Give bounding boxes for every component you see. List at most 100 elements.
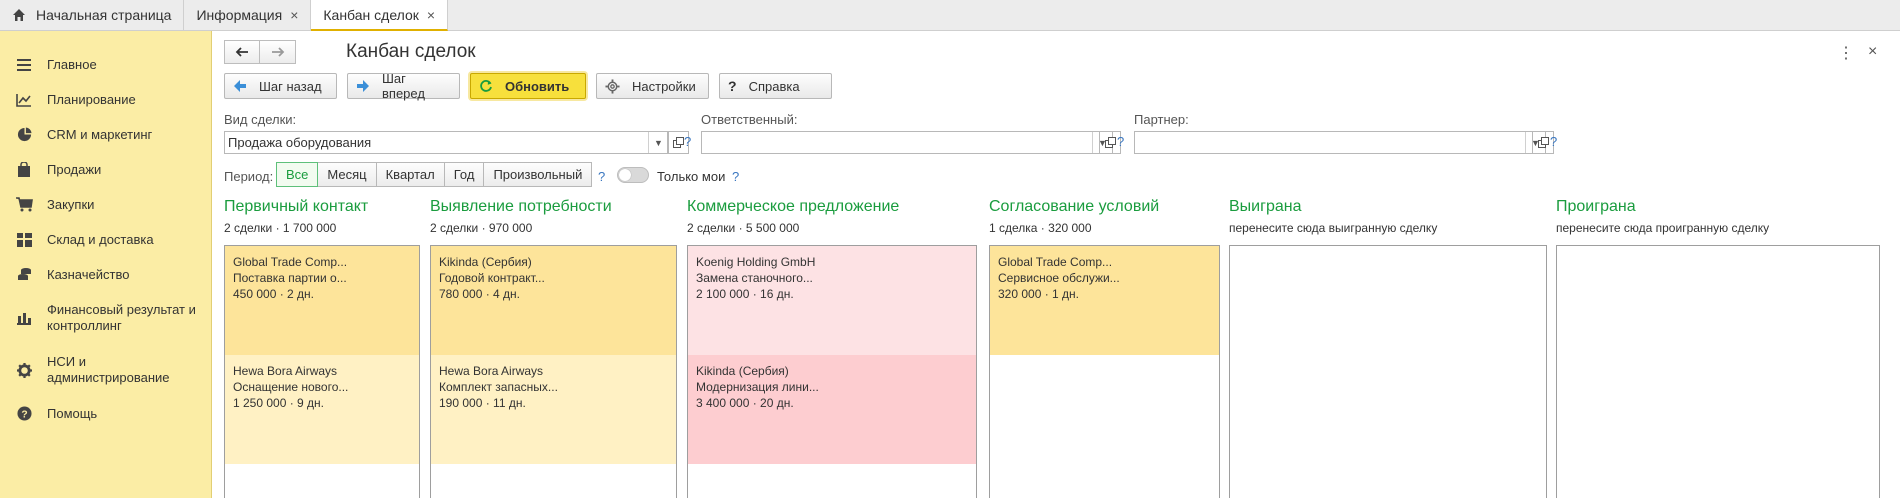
nav-forward-button[interactable]: [260, 40, 296, 64]
sidebar-item-warehouse[interactable]: Склад и доставка: [0, 222, 211, 257]
period-label: Период:: [224, 169, 274, 184]
tab-kanban[interactable]: Канбан сделок ×: [311, 0, 449, 31]
column-drop-area[interactable]: [1229, 245, 1547, 498]
column-summary: 2 сделки · 970 000: [430, 221, 533, 235]
column-summary: перенесите сюда проигранную сделку: [1556, 221, 1770, 235]
sidebar-item-label: Склад и доставка: [47, 231, 154, 247]
svg-text:?: ?: [21, 409, 27, 420]
deal-meta: 320 000 · 1 дн.: [998, 287, 1080, 301]
close-icon[interactable]: ×: [427, 7, 435, 23]
period-month[interactable]: Месяц: [318, 162, 377, 187]
partner-help-icon[interactable]: ?: [1550, 134, 1557, 149]
main-content: Канбан сделок ⋮ × Шаг назад Шаг вперед О…: [212, 31, 1900, 498]
only-mine-help-icon[interactable]: ?: [732, 169, 739, 184]
sidebar-item-label: Планирование: [47, 91, 136, 107]
sidebar-item-crm[interactable]: CRM и маркетинг: [0, 117, 211, 152]
deal-description: Замена станочного...: [696, 271, 813, 285]
arrow-right-icon: [356, 79, 370, 93]
sidebar-item-label: НСИ и администрирование: [47, 354, 170, 385]
refresh-icon: [479, 79, 493, 93]
deal-company: Global Trade Comp...: [233, 255, 348, 269]
arrow-left-icon: [235, 47, 248, 57]
period-quarter[interactable]: Квартал: [376, 162, 445, 187]
column-drop-area[interactable]: Koenig Holding GmbH Замена станочного...…: [687, 245, 977, 498]
deal-company: Kikinda (Сербия): [439, 255, 532, 269]
column-summary: перенесите сюда выигранную сделку: [1229, 221, 1438, 235]
sidebar-item-label: Главное: [47, 56, 97, 72]
tab-info[interactable]: Информация ×: [184, 0, 312, 30]
column-drop-area[interactable]: Global Trade Comp... Сервисное обслужи..…: [989, 245, 1220, 498]
only-mine-toggle[interactable]: [617, 167, 649, 183]
help-button[interactable]: ? Справка: [719, 73, 832, 99]
deal-meta: 1 250 000 · 9 дн.: [233, 396, 325, 410]
column-title: Выявление потребности: [430, 198, 612, 215]
toolbar: Шаг назад Шаг вперед Обновить Настройки …: [224, 71, 832, 101]
deal-description: Оснащение нового...: [233, 380, 349, 394]
deal-meta: 3 400 000 · 20 дн.: [696, 396, 794, 410]
column-title: Первичный контакт: [224, 198, 369, 215]
deal-card[interactable]: Global Trade Comp... Поставка партии о..…: [225, 246, 419, 355]
deal-type-field[interactable]: Продажа оборудования ▼: [224, 131, 669, 154]
column-drop-area[interactable]: [1556, 245, 1880, 498]
deal-card[interactable]: Hewa Bora Airways Оснащение нового... 1 …: [225, 355, 419, 464]
settings-button[interactable]: Настройки: [596, 73, 709, 99]
step-back-button[interactable]: Шаг назад: [224, 73, 337, 99]
sidebar-item-admin[interactable]: НСИ и администрирование: [0, 344, 211, 396]
sidebar-item-label: Продажи: [47, 161, 102, 177]
question-icon: ?: [728, 78, 737, 94]
tab-label: Начальная страница: [36, 7, 172, 23]
close-icon[interactable]: ×: [1868, 43, 1877, 61]
sidebar-item-label: Финансовый результат и контроллинг: [47, 302, 196, 333]
sidebar-item-purchases[interactable]: Закупки: [0, 187, 211, 222]
title-row: Канбан сделок: [224, 39, 476, 65]
responsible-help-icon[interactable]: ?: [1117, 134, 1124, 149]
gear-icon: [15, 361, 33, 379]
chevron-down-icon[interactable]: ▼: [648, 132, 668, 153]
period-custom[interactable]: Произвольный: [484, 162, 593, 187]
sidebar-item-label: CRM и маркетинг: [47, 126, 153, 142]
sidebar-item-label: Закупки: [47, 196, 95, 212]
sidebar-item-sales[interactable]: Продажи: [0, 152, 211, 187]
column-title: Выиграна: [1229, 198, 1302, 215]
period-selector: Все Месяц Квартал Год Произвольный: [276, 162, 593, 187]
period-all[interactable]: Все: [276, 162, 319, 187]
close-icon[interactable]: ×: [290, 7, 298, 23]
deal-card[interactable]: Global Trade Comp... Сервисное обслужи..…: [990, 246, 1219, 355]
deal-type-help-icon[interactable]: ?: [684, 134, 691, 149]
step-back-label: Шаг назад: [259, 78, 322, 94]
deal-card[interactable]: Kikinda (Сербия) Модернизация лини... 3 …: [688, 355, 976, 464]
period-year[interactable]: Год: [444, 162, 485, 187]
deal-type-label: Вид сделки:: [224, 112, 297, 127]
period-help-icon[interactable]: ?: [598, 169, 605, 184]
deal-card[interactable]: Kikinda (Сербия) Годовой контракт... 780…: [431, 246, 676, 355]
sidebar-item-label: Казначейство: [47, 266, 130, 282]
help-icon: ?: [15, 405, 33, 423]
deal-card[interactable]: Koenig Holding GmbH Замена станочного...…: [688, 246, 976, 355]
column-drop-area[interactable]: Kikinda (Сербия) Годовой контракт... 780…: [430, 245, 677, 498]
sidebar-item-treasury[interactable]: Казначейство: [0, 257, 211, 292]
sidebar-item-help[interactable]: ? Помощь: [0, 396, 211, 431]
step-forward-button[interactable]: Шаг вперед: [347, 71, 460, 101]
column-title: Коммерческое предложение: [687, 198, 900, 215]
deal-company: Hewa Bora Airways: [233, 364, 338, 378]
deal-meta: 450 000 · 2 дн.: [233, 287, 315, 301]
deal-company: Koenig Holding GmbH: [696, 255, 816, 269]
more-icon[interactable]: ⋮: [1838, 43, 1854, 63]
tab-label: Информация: [196, 7, 283, 23]
sidebar-item-finance[interactable]: Финансовый результат и контроллинг: [0, 292, 211, 344]
nav-back-button[interactable]: [224, 40, 260, 64]
responsible-field[interactable]: ▼: [701, 131, 1113, 154]
tab-home[interactable]: Начальная страница: [0, 0, 185, 30]
deal-company: Hewa Bora Airways: [439, 364, 544, 378]
sidebar-item-main[interactable]: Главное: [0, 47, 211, 82]
column-summary: 2 сделки · 1 700 000: [224, 221, 337, 235]
refresh-button[interactable]: Обновить: [470, 73, 586, 99]
only-mine-label: Только мои: [657, 169, 726, 184]
column-summary: 1 сделка · 320 000: [989, 221, 1092, 235]
help-label: Справка: [748, 78, 800, 94]
column-drop-area[interactable]: Global Trade Comp... Поставка партии о..…: [224, 245, 420, 498]
deal-card[interactable]: Hewa Bora Airways Комплект запасных... 1…: [431, 355, 676, 464]
partner-field[interactable]: ▼: [1134, 131, 1546, 154]
column-title: Проиграна: [1556, 198, 1636, 215]
sidebar-item-planning[interactable]: Планирование: [0, 82, 211, 117]
